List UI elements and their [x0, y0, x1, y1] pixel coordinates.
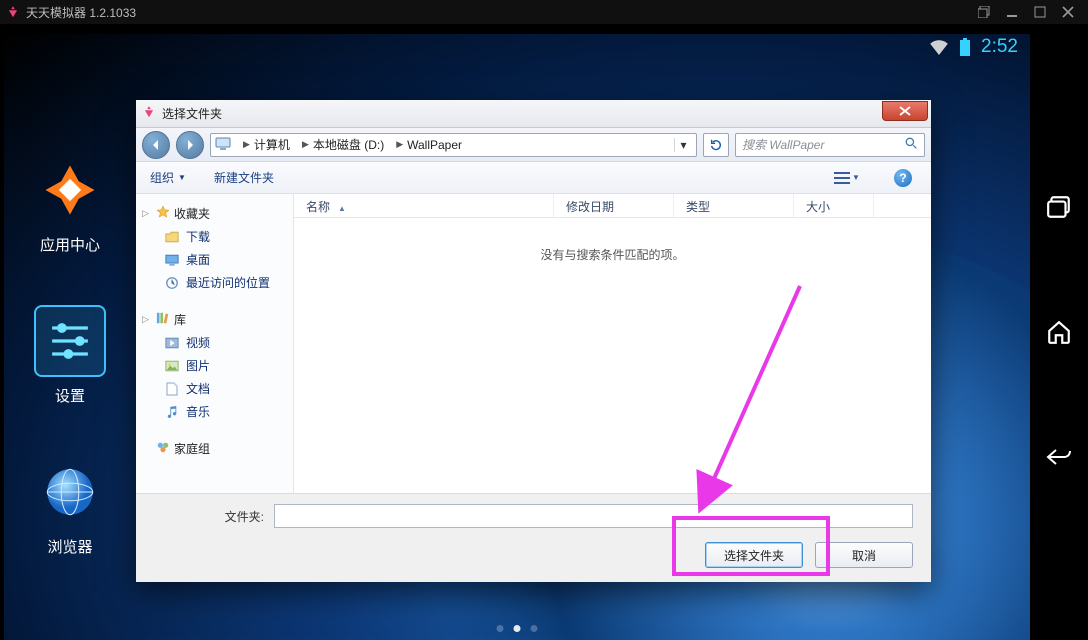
nav-tree[interactable]: ▷ 收藏夹 下载 桌面 最近访问的位置 ▷ 库 — [136, 194, 294, 493]
folder-icon — [164, 229, 180, 245]
document-icon — [164, 381, 180, 397]
home-item-appcenter[interactable]: 应用中心 — [34, 154, 106, 255]
android-recent-button[interactable] — [1042, 190, 1076, 224]
tree-library-header[interactable]: ▷ 库 — [142, 308, 287, 331]
home-item-browser[interactable]: 浏览器 — [34, 456, 106, 557]
dialog-footer: 文件夹: 选择文件夹 取消 — [136, 493, 931, 582]
page-indicator — [497, 625, 538, 632]
tree-homegroup-group: ▷ 家庭组 — [142, 437, 287, 460]
dialog-titlebar[interactable]: 选择文件夹 — [136, 100, 931, 128]
settings-sliders-icon — [34, 305, 106, 377]
list-empty-message: 没有与搜索条件匹配的项。 — [294, 218, 931, 493]
appcenter-icon — [34, 154, 106, 226]
android-home-button[interactable] — [1042, 315, 1076, 349]
select-folder-button[interactable]: 选择文件夹 — [705, 542, 803, 568]
cancel-button[interactable]: 取消 — [815, 542, 913, 568]
home-item-label: 设置 — [55, 385, 85, 406]
folder-picker-dialog: 选择文件夹 ▶计算机 ▶本地磁盘 (D:) ▶WallPaper ▾ 搜索 Wa… — [136, 100, 931, 582]
folder-input[interactable] — [274, 504, 913, 528]
emulator-close-button[interactable] — [1054, 0, 1082, 24]
search-placeholder: 搜索 WallPaper — [742, 136, 899, 153]
dialog-navbar: ▶计算机 ▶本地磁盘 (D:) ▶WallPaper ▾ 搜索 WallPape… — [136, 128, 931, 162]
emulator-title: 天天模拟器 1.2.1033 — [26, 4, 136, 21]
tree-library-group: ▷ 库 视频 图片 文档 音乐 — [142, 308, 287, 423]
tree-node-desktop[interactable]: 桌面 — [164, 248, 287, 271]
home-icon-column: 应用中心 设置 — [34, 154, 106, 557]
emulator-logo-icon — [6, 5, 20, 19]
desktop-icon — [164, 252, 180, 268]
breadcrumb[interactable]: ▶计算机 ▶本地磁盘 (D:) ▶WallPaper ▾ — [210, 133, 697, 157]
home-item-settings[interactable]: 设置 — [34, 305, 106, 406]
breadcrumb-dropdown-icon[interactable]: ▾ — [674, 138, 692, 152]
library-icon — [156, 311, 170, 328]
organize-button[interactable]: 组织▼ — [150, 169, 186, 186]
emulator-maximize-button[interactable] — [1026, 0, 1054, 24]
tree-node-documents[interactable]: 文档 — [164, 377, 287, 400]
home-item-label: 浏览器 — [47, 536, 92, 557]
android-status-bar: 2:52 — [4, 34, 1030, 60]
col-type[interactable]: 类型 — [674, 194, 794, 217]
battery-icon — [959, 38, 971, 56]
refresh-button[interactable] — [703, 133, 729, 157]
emulator-minimize-button[interactable] — [998, 0, 1026, 24]
music-icon — [164, 404, 180, 420]
help-icon: ? — [894, 169, 912, 187]
emulator-titlebar: 天天模拟器 1.2.1033 — [0, 0, 1088, 24]
breadcrumb-seg-folder[interactable]: ▶WallPaper — [388, 134, 466, 156]
clock-text: 2:52 — [981, 36, 1018, 58]
dialog-title-icon — [142, 105, 156, 122]
tree-favorites-group: ▷ 收藏夹 下载 桌面 最近访问的位置 — [142, 202, 287, 294]
home-item-label: 应用中心 — [40, 234, 100, 255]
dialog-close-button[interactable] — [882, 101, 928, 121]
dialog-title: 选择文件夹 — [162, 105, 222, 122]
video-icon — [164, 335, 180, 351]
emulator-restore-button[interactable] — [970, 0, 998, 24]
col-name[interactable]: 名称▲ — [294, 194, 554, 217]
tree-homegroup-header[interactable]: ▷ 家庭组 — [142, 437, 287, 460]
folder-label: 文件夹: — [154, 508, 264, 525]
tree-favorites-header[interactable]: ▷ 收藏夹 — [142, 202, 287, 225]
search-icon — [905, 137, 918, 153]
nav-forward-button[interactable] — [176, 131, 204, 159]
tree-node-videos[interactable]: 视频 — [164, 331, 287, 354]
nav-back-button[interactable] — [142, 131, 170, 159]
android-navbar — [1030, 24, 1088, 640]
tree-node-music[interactable]: 音乐 — [164, 400, 287, 423]
tree-node-downloads[interactable]: 下载 — [164, 225, 287, 248]
view-mode-button[interactable]: ▼ — [833, 167, 861, 189]
android-back-button[interactable] — [1042, 440, 1076, 474]
new-folder-button[interactable]: 新建文件夹 — [214, 169, 274, 186]
wifi-icon — [929, 39, 949, 55]
tree-node-pictures[interactable]: 图片 — [164, 354, 287, 377]
homegroup-icon — [156, 440, 170, 457]
file-list: 名称▲ 修改日期 类型 大小 没有与搜索条件匹配的项。 — [294, 194, 931, 493]
breadcrumb-seg-drive[interactable]: ▶本地磁盘 (D:) — [294, 134, 388, 156]
recent-icon — [164, 275, 180, 291]
dialog-toolbar: 组织▼ 新建文件夹 ▼ ? — [136, 162, 931, 194]
picture-icon — [164, 358, 180, 374]
list-header[interactable]: 名称▲ 修改日期 类型 大小 — [294, 194, 931, 218]
col-date[interactable]: 修改日期 — [554, 194, 674, 217]
help-button[interactable]: ? — [889, 167, 917, 189]
dialog-body: ▷ 收藏夹 下载 桌面 最近访问的位置 ▷ 库 — [136, 194, 931, 493]
browser-globe-icon — [34, 456, 106, 528]
breadcrumb-seg-computer[interactable]: ▶计算机 — [235, 134, 294, 156]
col-size[interactable]: 大小 — [794, 194, 874, 217]
star-icon — [156, 205, 170, 222]
computer-icon — [215, 136, 233, 154]
tree-node-recent[interactable]: 最近访问的位置 — [164, 271, 287, 294]
search-input[interactable]: 搜索 WallPaper — [735, 133, 925, 157]
